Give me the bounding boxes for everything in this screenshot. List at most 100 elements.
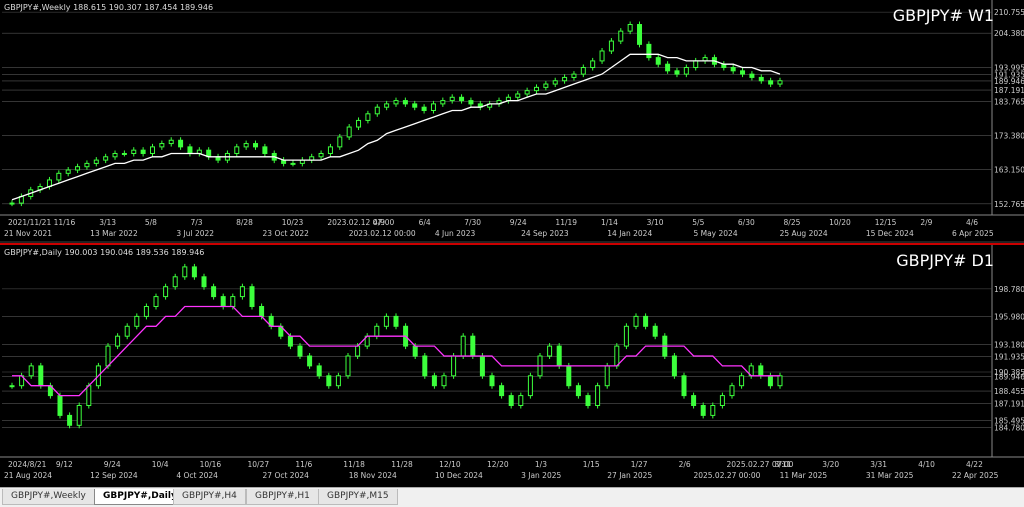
candle-body [327, 146, 333, 154]
candle-body [595, 385, 601, 406]
candle-body [571, 73, 577, 78]
candle-body [777, 375, 783, 387]
candle-body [655, 57, 661, 65]
candle-body [431, 375, 437, 387]
candle-body [646, 43, 652, 59]
tab-weekly[interactable]: GBPJPY#,Weekly [2, 489, 95, 505]
time-tick-label: 1/27 [631, 460, 648, 469]
time-tick-label: 11/19 [555, 218, 577, 227]
time-tick-label: 1/14 [601, 218, 618, 227]
time-tick-label: 10/20 [829, 218, 851, 227]
time-tick-label: 10/4 [152, 460, 169, 469]
candle-body [393, 100, 399, 105]
candle-body [9, 385, 15, 388]
tab-m15[interactable]: GBPJPY#,M15 [318, 489, 398, 505]
candle-body [460, 335, 466, 357]
candle-body [84, 162, 90, 168]
time-tick-label: 6/30 [738, 218, 755, 227]
date-tick-label: 4 Jun 2023 [435, 229, 476, 238]
candle-body [153, 296, 159, 307]
candle-body [172, 276, 178, 288]
time-tick-label: 2/9 [920, 218, 932, 227]
candle-body [739, 375, 745, 387]
time-tick-label: 7/30 [464, 218, 481, 227]
candle-body [355, 345, 361, 357]
candle-body [449, 96, 455, 102]
candle-body [730, 67, 736, 72]
time-tick-label: 8/28 [236, 218, 253, 227]
time-tick-label: 6/4 [419, 218, 431, 227]
candle-body [105, 345, 111, 367]
candle-body [451, 355, 457, 377]
date-tick-label: 5 May 2024 [693, 229, 737, 238]
candle-body [335, 375, 341, 387]
candle-body [259, 306, 265, 317]
candle-body [430, 103, 436, 112]
candle-body [124, 325, 130, 337]
date-tick-label: 3 Jul 2022 [176, 229, 214, 238]
time-tick-label: 7/3 [190, 218, 202, 227]
candle-body [468, 100, 474, 105]
candle-body [518, 395, 524, 407]
price-tick-label: 184.780 [994, 423, 1024, 432]
price-tick-label: 187.191 [994, 86, 1024, 95]
candle-body [710, 405, 716, 416]
candle-body [627, 24, 633, 32]
time-tick-label: 11/28 [391, 460, 413, 469]
candle-body [758, 365, 764, 377]
candle-body [637, 24, 643, 45]
date-tick-label: 18 Nov 2024 [349, 471, 397, 480]
time-tick-label: 3/10 [647, 218, 664, 227]
date-tick-label: 21 Aug 2024 [4, 471, 52, 480]
weekly-chart-pane[interactable]: 210.755 204.380 193.995 191.935 189.946 187.1… [0, 0, 1024, 241]
price-tick-label: 152.765 [994, 200, 1024, 209]
date-tick-label: 12 Sep 2024 [90, 471, 138, 480]
time-tick-label: 9/24 [510, 218, 527, 227]
time-tick-label: 3/31 [870, 460, 887, 469]
candle-body [140, 149, 146, 154]
daily-chart-pane[interactable]: 198.780 195.980 193.180 191.935 190.385 189.9… [0, 243, 1024, 487]
candle-body [421, 106, 427, 112]
date-tick-label: 27 Oct 2024 [263, 471, 310, 480]
time-tick-label: 8/25 [784, 218, 801, 227]
candle-body [683, 67, 689, 75]
date-tick-label: 27 Jan 2025 [607, 471, 652, 480]
candle-body [508, 395, 514, 407]
candle-body [633, 315, 639, 327]
date-tick-label: 3 Jan 2025 [521, 471, 561, 480]
tab-h1[interactable]: GBPJPY#,H1 [246, 489, 319, 505]
tab-h4[interactable]: GBPJPY#,H4 [173, 489, 246, 505]
price-tick-label: 210.755 [994, 8, 1024, 17]
date-tick-label: 15 Dec 2024 [866, 229, 914, 238]
time-tick-label: 4/10 [918, 460, 935, 469]
daily-chart: 198.780195.980193.180191.935190.385189.9… [0, 245, 1024, 480]
price-tick-label: 188.455 [994, 387, 1024, 396]
candle-body [614, 345, 620, 367]
candle-body [700, 405, 706, 416]
candle-body [243, 143, 249, 148]
candle-body [365, 113, 371, 121]
time-tick-label: 2021/11/21 [8, 218, 51, 227]
candle-body [318, 152, 324, 158]
date-tick-label: 13 Mar 2022 [90, 229, 138, 238]
candle-body [103, 156, 109, 161]
candle-body [297, 345, 303, 357]
weekly-header: GBPJPY#,Weekly 188.615 190.307 187.454 1… [4, 3, 214, 12]
time-tick-label: 4/9 [373, 218, 385, 227]
moving-average-line [11, 53, 781, 201]
time-tick-label: 11/16 [54, 218, 76, 227]
date-tick-label: 23 Oct 2022 [263, 229, 310, 238]
price-tick-label: 173.380 [994, 132, 1024, 141]
candle-body [211, 286, 217, 298]
price-tick-label: 204.380 [994, 29, 1024, 38]
candle-body [168, 139, 174, 145]
candle-body [86, 385, 92, 406]
candle-body [28, 365, 34, 377]
candle-body [515, 93, 521, 98]
date-tick-label: 2023.02.12 00:00 [349, 229, 416, 238]
candle-body [599, 50, 605, 62]
daily-header: GBPJPY#,Daily 190.003 190.046 189.536 18… [4, 248, 205, 257]
candle-body [768, 80, 774, 85]
time-tick-label: 3/11 [774, 460, 791, 469]
candle-body [56, 172, 62, 181]
